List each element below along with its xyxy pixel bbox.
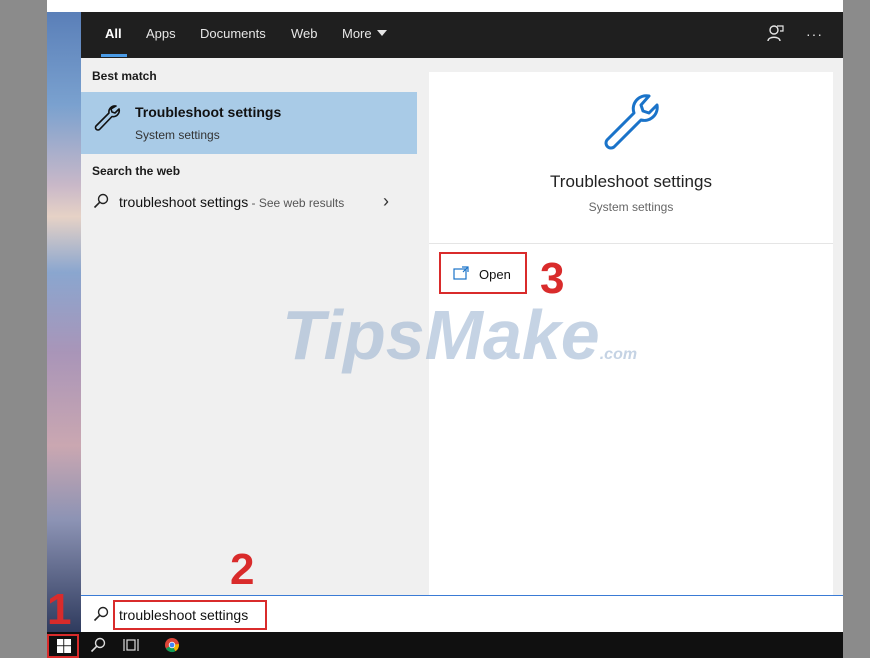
chevron-right-icon[interactable]: › bbox=[383, 191, 389, 212]
step-number-2: 2 bbox=[230, 545, 255, 594]
web-search-label: troubleshoot settings - See web results bbox=[119, 194, 344, 210]
step-number-3: 3 bbox=[540, 254, 565, 303]
web-search-query: troubleshoot settings bbox=[119, 194, 249, 210]
preview-title: Troubleshoot settings bbox=[550, 172, 712, 191]
windows-logo-icon bbox=[57, 639, 71, 653]
tab-more-label: More bbox=[342, 26, 372, 41]
search-web-heading: Search the web bbox=[92, 164, 181, 178]
caret-down-icon bbox=[376, 30, 387, 36]
watermark: TipsMake.com bbox=[282, 300, 637, 370]
start-button[interactable] bbox=[47, 634, 79, 658]
web-search-suffix: - See web results bbox=[248, 196, 345, 210]
best-match-title: Troubleshoot settings bbox=[135, 104, 282, 120]
tab-web[interactable]: Web bbox=[291, 26, 318, 41]
search-icon bbox=[93, 193, 109, 209]
screenshot-frame-top bbox=[47, 0, 843, 12]
best-match-heading: Best match bbox=[92, 69, 157, 83]
search-icon bbox=[93, 606, 109, 622]
divider bbox=[429, 243, 833, 244]
tab-more[interactable]: More bbox=[342, 26, 387, 41]
step-number-1: 1 bbox=[47, 585, 72, 634]
preview-subtitle: System settings bbox=[588, 200, 674, 214]
watermark-domain: .com bbox=[599, 346, 638, 363]
more-options-icon[interactable]: ··· bbox=[806, 26, 823, 42]
watermark-text: TipsMake bbox=[282, 296, 600, 374]
search-bar bbox=[81, 595, 843, 632]
desktop-wallpaper bbox=[47, 12, 81, 632]
screenshot-frame-left bbox=[0, 0, 47, 658]
chrome-icon[interactable] bbox=[164, 637, 180, 653]
search-icon[interactable] bbox=[90, 637, 106, 653]
search-tabs: All Apps Documents Web More ··· bbox=[81, 12, 843, 58]
open-button[interactable]: Open bbox=[439, 252, 527, 294]
web-search-result[interactable]: troubleshoot settings - See web results … bbox=[81, 186, 417, 218]
search-input[interactable] bbox=[113, 600, 267, 630]
taskbar bbox=[47, 632, 843, 658]
open-label: Open bbox=[479, 267, 511, 282]
best-match-subtitle: System settings bbox=[135, 128, 220, 142]
wrench-icon bbox=[94, 105, 121, 131]
best-match-result[interactable]: Troubleshoot settings System settings bbox=[81, 92, 417, 154]
tab-all[interactable]: All bbox=[105, 26, 122, 41]
open-window-icon bbox=[453, 266, 469, 280]
screenshot-frame-right bbox=[843, 0, 870, 658]
tab-apps[interactable]: Apps bbox=[146, 26, 176, 41]
tab-documents[interactable]: Documents bbox=[200, 26, 266, 41]
task-view-icon[interactable] bbox=[123, 637, 139, 653]
wrench-icon bbox=[604, 94, 659, 150]
active-tab-indicator bbox=[101, 54, 127, 57]
feedback-icon[interactable] bbox=[766, 24, 784, 44]
